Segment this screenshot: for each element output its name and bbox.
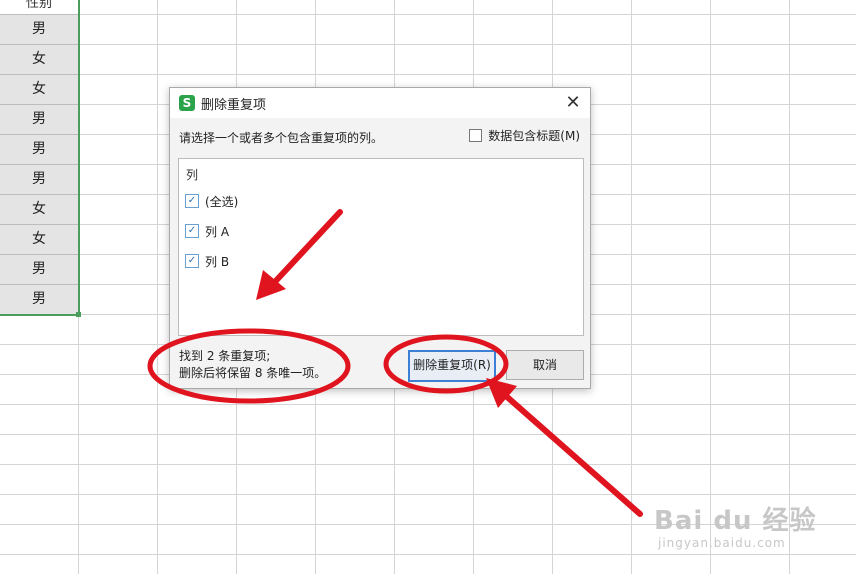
close-icon[interactable]: ✕ xyxy=(562,92,584,114)
dialog-title: 删除重复项 xyxy=(201,98,267,113)
checkmark-icon[interactable]: ✓ xyxy=(185,194,199,208)
list-item-label: (全选) xyxy=(205,194,239,209)
cell[interactable]: 男 xyxy=(0,135,78,165)
wps-app-icon: S xyxy=(179,95,195,111)
remove-duplicates-button[interactable]: 删除重复项(R) xyxy=(408,350,496,382)
cell[interactable]: 男 xyxy=(0,15,78,45)
dialog-titlebar[interactable]: S 删除重复项 ✕ xyxy=(170,88,590,118)
list-header: 列 xyxy=(186,168,199,182)
instruction-text: 请选择一个或者多个包含重复项的列。 xyxy=(179,131,384,145)
watermark-url: jingyan.baidu.com xyxy=(658,536,786,550)
list-item-label: 列 B xyxy=(205,254,230,269)
cancel-button[interactable]: 取消 xyxy=(506,350,584,380)
column-header-cell[interactable]: 性别 xyxy=(0,0,78,15)
list-item-column-a[interactable]: ✓ 列 A xyxy=(185,222,229,240)
status-line-found: 找到 2 条重复项; xyxy=(179,349,271,363)
checkmark-icon[interactable]: ✓ xyxy=(185,254,199,268)
selection-border xyxy=(0,314,80,316)
cell[interactable]: 男 xyxy=(0,285,78,315)
list-item-select-all[interactable]: ✓ (全选) xyxy=(185,192,238,210)
status-line-remaining: 删除后将保留 8 条唯一项。 xyxy=(179,366,327,380)
header-checkbox-label: 数据包含标题(M) xyxy=(488,129,580,143)
watermark-logo: Bai du 经验 xyxy=(654,506,817,536)
column-list: 列 ✓ (全选) ✓ 列 A ✓ 列 B xyxy=(178,158,584,336)
checkbox-icon[interactable] xyxy=(469,129,483,142)
cell[interactable]: 男 xyxy=(0,105,78,135)
cell[interactable]: 男 xyxy=(0,255,78,285)
baidu-jingyan-watermark: Bai du 经验 jingyan.baidu.com xyxy=(654,500,824,560)
fill-handle[interactable] xyxy=(76,312,81,317)
remove-duplicates-dialog: S 删除重复项 ✕ 请选择一个或者多个包含重复项的列。 数据包含标题(M) 列 … xyxy=(169,87,591,389)
cell[interactable]: 女 xyxy=(0,225,78,255)
header-checkbox[interactable]: 数据包含标题(M) xyxy=(469,127,580,144)
selected-column-a[interactable]: 性别 男 女 女 男 男 男 女 女 男 男 xyxy=(0,0,80,315)
cell[interactable]: 女 xyxy=(0,195,78,225)
status-text: 找到 2 条重复项; 删除后将保留 8 条唯一项。 xyxy=(179,348,326,382)
list-item-column-b[interactable]: ✓ 列 B xyxy=(185,252,229,270)
list-item-label: 列 A xyxy=(205,224,230,239)
cell[interactable]: 女 xyxy=(0,75,78,105)
cell[interactable]: 男 xyxy=(0,165,78,195)
cell[interactable]: 女 xyxy=(0,45,78,75)
checkmark-icon[interactable]: ✓ xyxy=(185,224,199,238)
